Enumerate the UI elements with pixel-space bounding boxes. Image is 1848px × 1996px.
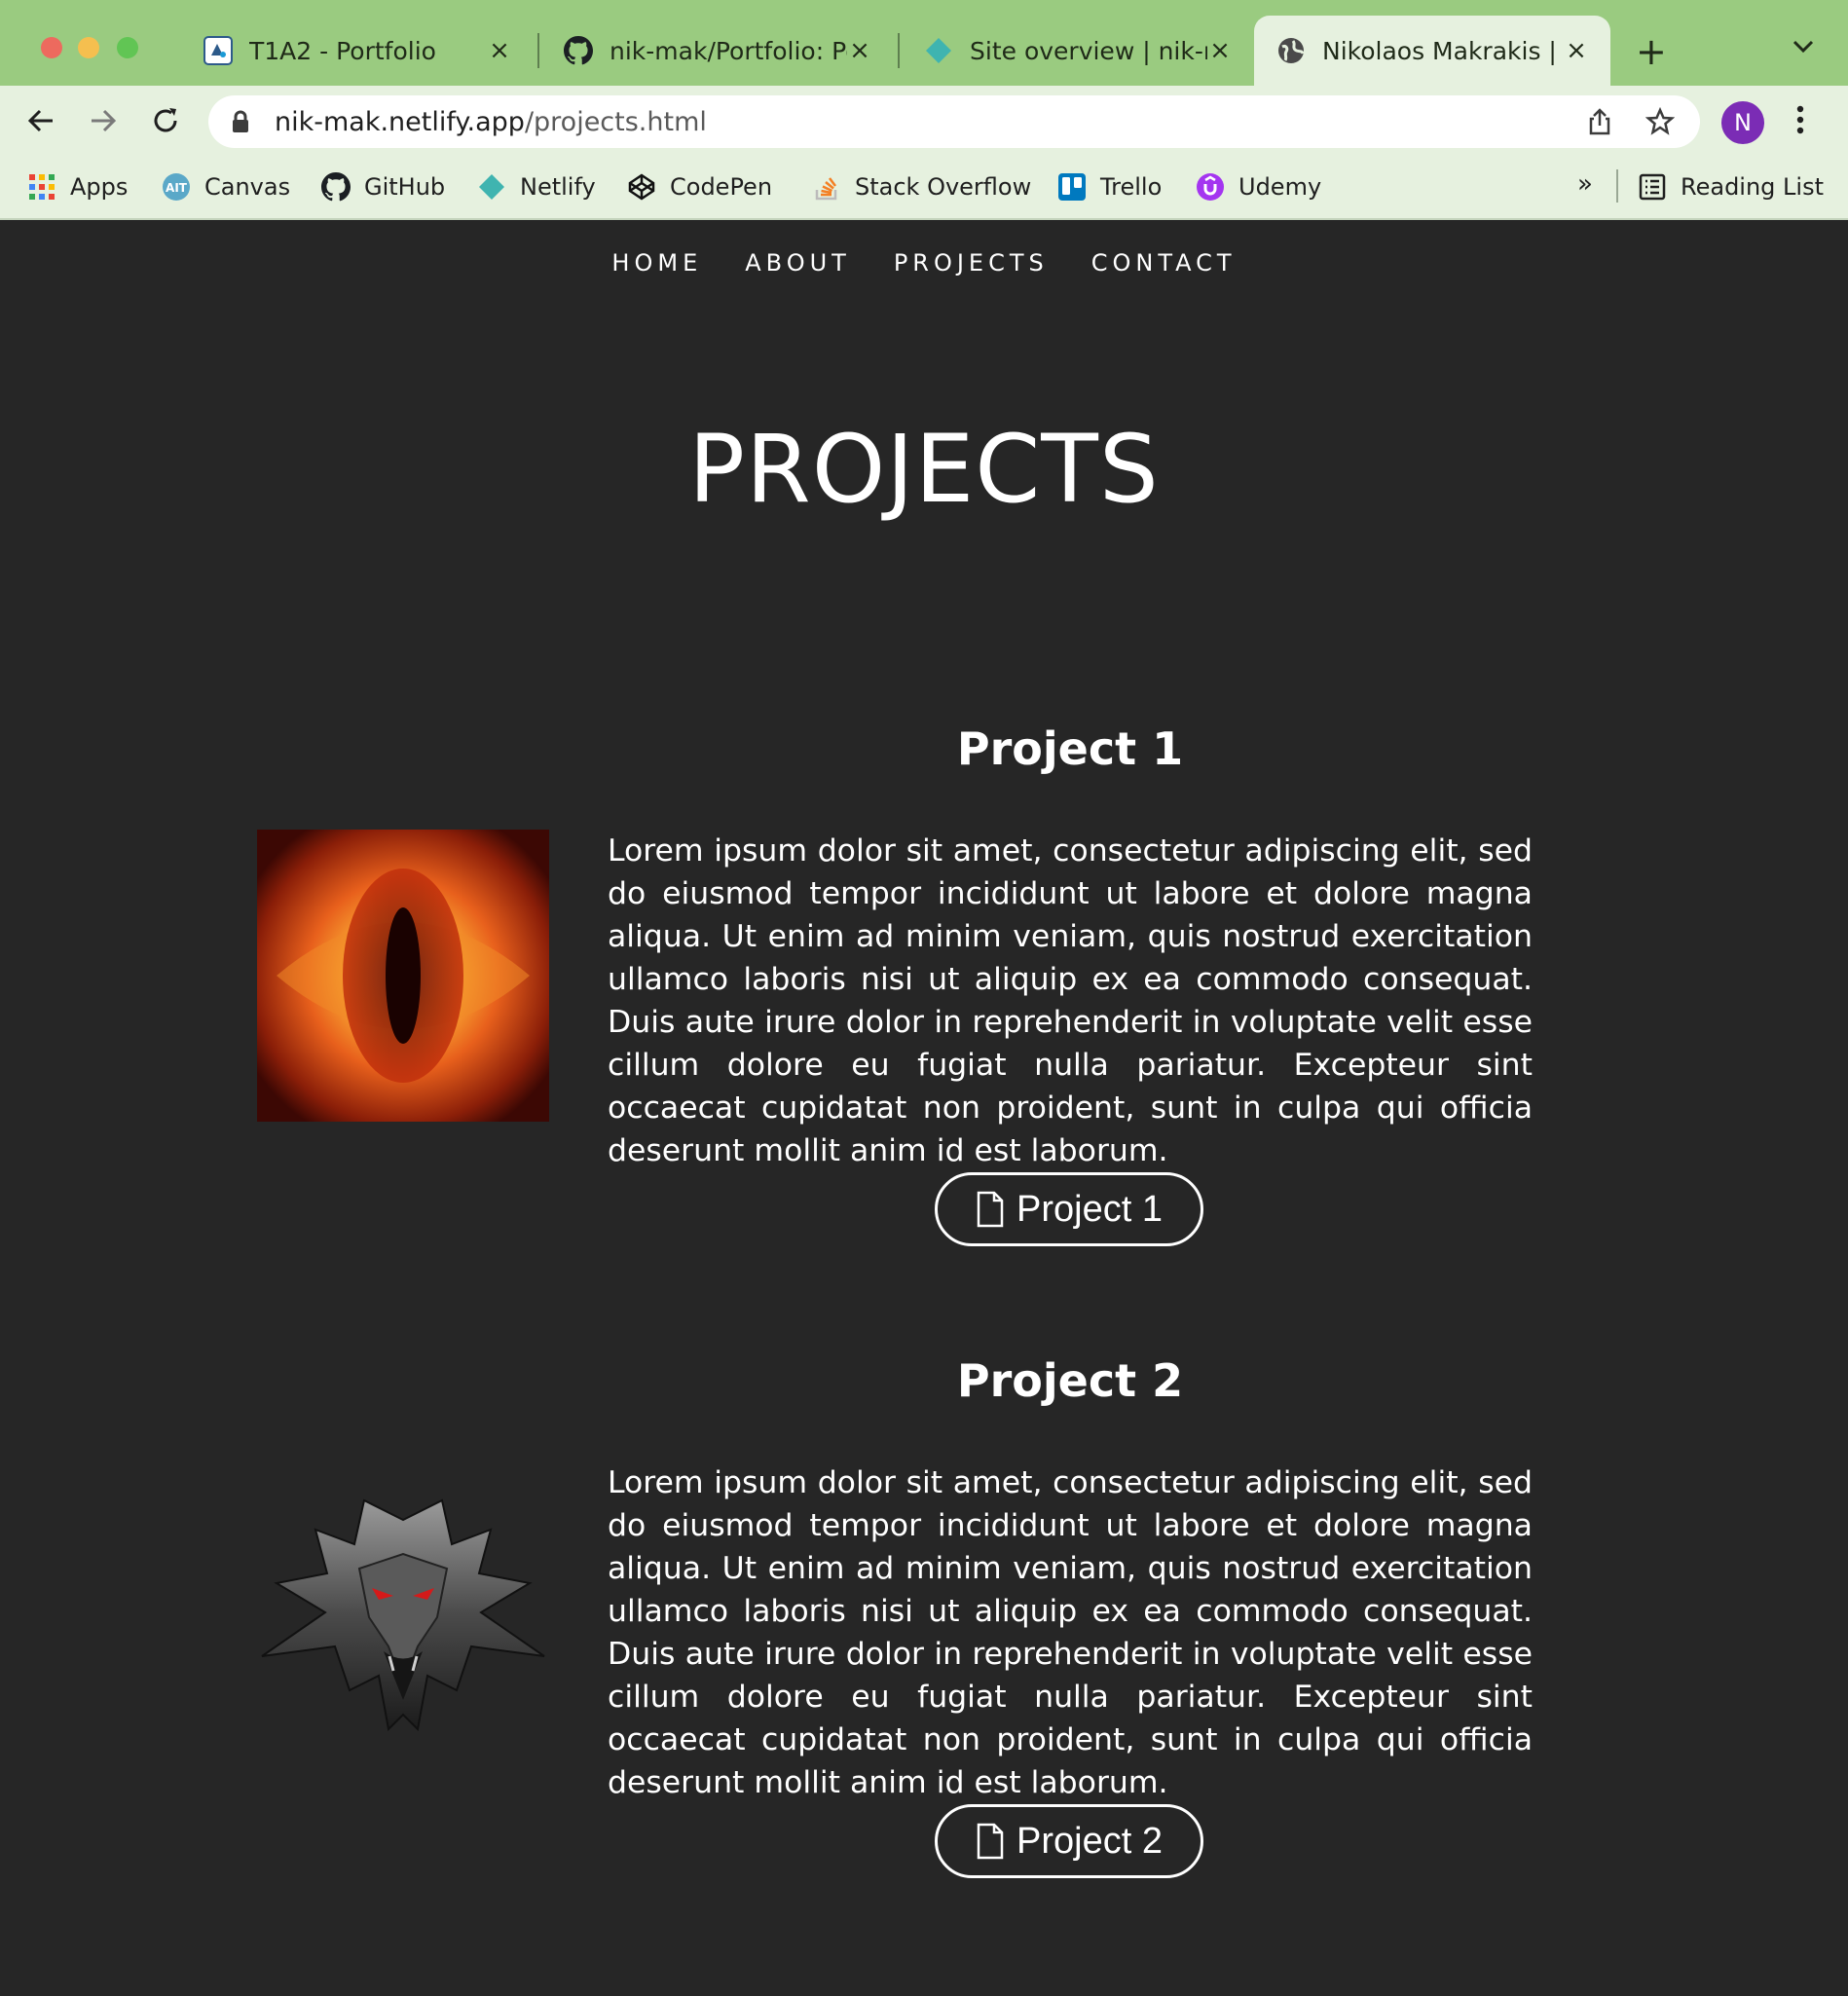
document-icon: [976, 1823, 1005, 1860]
project-button-label: Project 1: [1016, 1188, 1163, 1230]
bookmark-label: Trello: [1100, 173, 1163, 201]
forward-button[interactable]: [84, 101, 123, 140]
browser-window: T1A2 - Portfolio × nik-mak/Portfolio: Po…: [0, 0, 1848, 1996]
udemy-icon: [1196, 172, 1225, 202]
tab-github-portfolio[interactable]: nik-mak/Portfolio: Po ×: [541, 16, 894, 86]
tab-separator: [537, 33, 539, 68]
more-menu-icon[interactable]: [1795, 103, 1805, 140]
bookmark-trello[interactable]: Trello: [1057, 166, 1162, 208]
url-text[interactable]: nik-mak.netlify.app/projects.html: [275, 107, 707, 137]
bookmarks-separator: [1616, 169, 1618, 203]
new-tab-button[interactable]: +: [1636, 33, 1667, 70]
bookmark-codepen[interactable]: CodePen: [627, 166, 772, 208]
globe-favicon-icon: [1275, 35, 1307, 66]
document-icon: [976, 1191, 1005, 1228]
project-2-button[interactable]: Project 2: [935, 1804, 1203, 1878]
reload-button[interactable]: [146, 101, 185, 140]
page-title: PROJECTS: [688, 415, 1160, 524]
profile-avatar[interactable]: N: [1721, 101, 1764, 144]
nav-link-home[interactable]: HOME: [611, 249, 702, 277]
lock-icon[interactable]: [232, 110, 249, 137]
github-icon: [321, 172, 351, 202]
close-tab-icon[interactable]: ×: [1207, 36, 1233, 65]
bookmark-label: Apps: [70, 173, 129, 201]
svg-text:AIT: AIT: [166, 181, 188, 195]
close-tab-icon[interactable]: ×: [1564, 36, 1589, 65]
project-image-witcher-wolf-medallion: [257, 1491, 549, 1744]
tab-title: Nikolaos Makrakis | P: [1322, 36, 1564, 65]
apps-grid-icon: [27, 172, 56, 202]
browser-toolbar: nik-mak.netlify.app/projects.html N: [0, 86, 1848, 156]
url-host: nik-mak.netlify.app: [275, 107, 525, 137]
bookmark-label: Stack Overflow: [855, 173, 1032, 201]
project-title: Project 2: [956, 1354, 1184, 1407]
github-favicon-icon: [563, 35, 594, 66]
tab-netlify-overview[interactable]: Site overview | nik-m ×: [902, 16, 1254, 86]
back-arrow-icon: [27, 109, 53, 132]
bookmark-github[interactable]: GitHub: [321, 166, 445, 208]
bookmarks-overflow-button[interactable]: »: [1577, 169, 1593, 199]
canvas-icon: AIT: [162, 172, 191, 202]
reading-list-label: Reading List: [1681, 173, 1824, 201]
bookmark-label: GitHub: [364, 173, 446, 201]
page-content: HOME ABOUT PROJECTS CONTACT PROJECTS Pro…: [0, 220, 1848, 1996]
tab-strip: T1A2 - Portfolio × nik-mak/Portfolio: Po…: [0, 0, 1848, 86]
tab-title: T1A2 - Portfolio: [249, 36, 436, 65]
stackoverflow-icon: [812, 172, 841, 202]
minimize-window-button[interactable]: [78, 37, 99, 58]
bookmark-label: Netlify: [520, 173, 596, 201]
close-tab-icon[interactable]: ×: [847, 36, 872, 65]
tab-t1a2-portfolio[interactable]: T1A2 - Portfolio ×: [181, 16, 534, 86]
nav-link-about[interactable]: ABOUT: [745, 249, 851, 277]
bookmark-apps[interactable]: Apps: [27, 166, 128, 208]
reading-list-button[interactable]: Reading List: [1638, 166, 1824, 208]
project-title: Project 1: [956, 722, 1184, 775]
bookmark-label: CodePen: [670, 173, 773, 201]
bookmark-star-icon[interactable]: [1645, 106, 1676, 140]
project-description: Lorem ipsum dolor sit amet, consectetur …: [608, 1465, 1533, 1800]
tab-search-chevron-icon[interactable]: [1792, 39, 1815, 58]
netlify-favicon-icon: [923, 35, 954, 66]
bookmark-udemy[interactable]: Udemy: [1196, 166, 1321, 208]
close-tab-icon[interactable]: ×: [487, 36, 512, 65]
netlify-icon: [477, 172, 506, 202]
tab-nikolaos-makrakis[interactable]: Nikolaos Makrakis | P ×: [1254, 16, 1610, 86]
url-path: /projects.html: [524, 107, 707, 137]
forward-arrow-icon: [92, 109, 117, 132]
bookmarks-bar: Apps AIT Canvas GitHub Netlify CodePen S…: [0, 156, 1848, 220]
codepen-icon: [627, 172, 656, 202]
bookmark-stack-overflow[interactable]: Stack Overflow: [812, 166, 1031, 208]
tab-title: Site overview | nik-m: [970, 36, 1207, 65]
canvas-favicon-icon: [203, 35, 234, 66]
reload-icon: [154, 108, 177, 132]
project-button-label: Project 2: [1016, 1820, 1163, 1862]
bookmark-label: Udemy: [1238, 173, 1322, 201]
bookmark-netlify[interactable]: Netlify: [477, 166, 596, 208]
bookmark-label: Canvas: [204, 173, 291, 201]
project-1-button[interactable]: Project 1: [935, 1172, 1203, 1246]
bookmark-canvas[interactable]: AIT Canvas: [162, 166, 290, 208]
share-icon[interactable]: [1585, 107, 1614, 140]
back-button[interactable]: [21, 101, 60, 140]
trello-icon: [1057, 172, 1087, 202]
zoom-window-button[interactable]: [117, 37, 138, 58]
reading-list-icon: [1638, 172, 1667, 202]
project-description: Lorem ipsum dolor sit amet, consectetur …: [608, 833, 1533, 1168]
nav-link-contact[interactable]: CONTACT: [1091, 249, 1237, 277]
site-nav: HOME ABOUT PROJECTS CONTACT: [0, 249, 1848, 277]
project-image-eye-of-sauron: [257, 830, 549, 1122]
tab-separator: [898, 33, 900, 68]
tab-title: nik-mak/Portfolio: Po: [610, 36, 847, 65]
address-bar[interactable]: nik-mak.netlify.app/projects.html: [208, 95, 1700, 148]
close-window-button[interactable]: [41, 37, 62, 58]
nav-link-projects[interactable]: PROJECTS: [894, 249, 1049, 277]
